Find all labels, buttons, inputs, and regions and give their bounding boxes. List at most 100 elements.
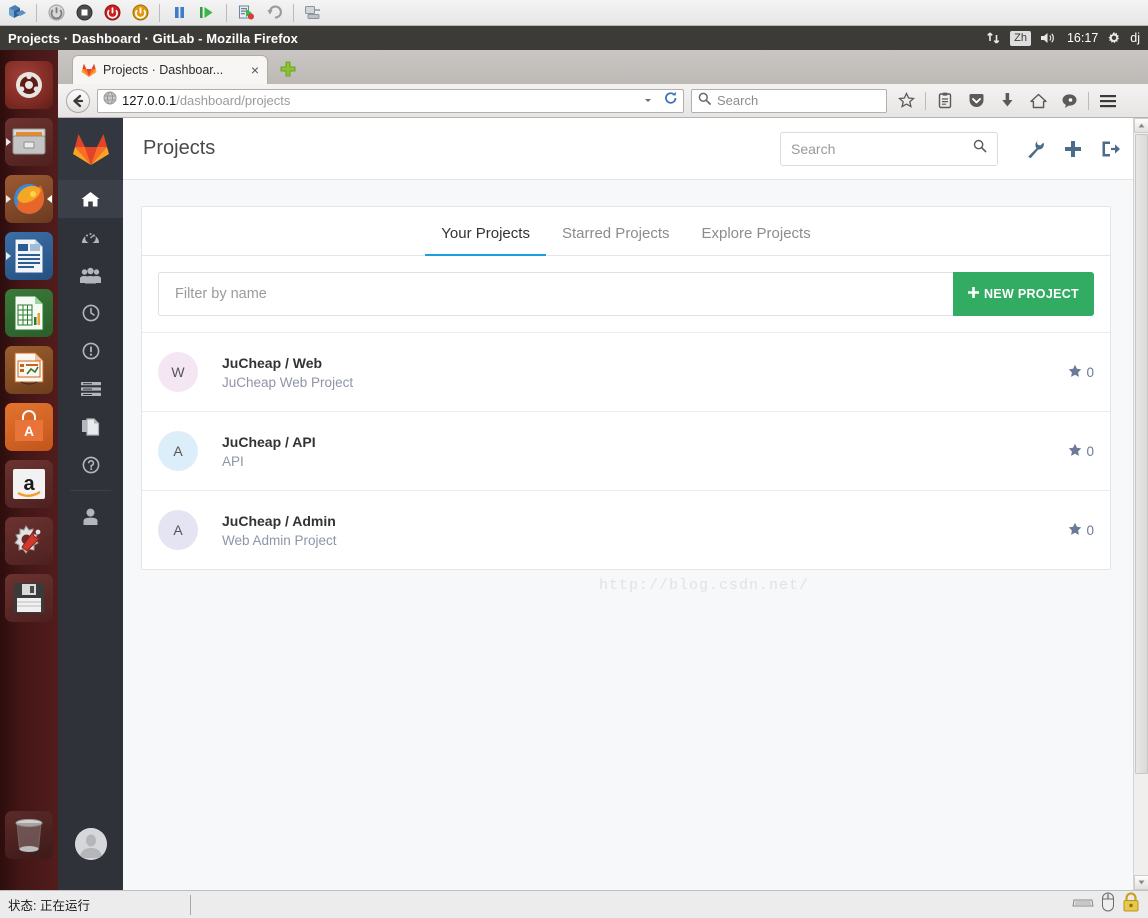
reset-icon[interactable] (99, 2, 125, 24)
browser-search-placeholder: Search (717, 93, 759, 108)
run-icon[interactable] (194, 2, 220, 24)
url-host: 127.0.0.1 (122, 93, 177, 108)
new-project-button[interactable]: NEW PROJECT (953, 272, 1094, 316)
reload-icon[interactable] (664, 91, 678, 110)
content-area: Your Projects Starred Projects Explore P… (123, 180, 1148, 570)
bookmark-star-icon[interactable] (894, 89, 918, 113)
project-row[interactable]: W JuCheap / Web JuCheap Web Project 0 (142, 332, 1110, 411)
network-indicator-icon[interactable] (986, 31, 1001, 45)
star-count-value: 0 (1086, 443, 1094, 459)
trash-icon[interactable] (5, 811, 53, 859)
url-bar[interactable]: 127.0.0.1/dashboard/projects (97, 88, 684, 113)
reading-list-icon[interactable] (933, 89, 957, 113)
close-icon[interactable]: × (251, 63, 259, 77)
keyboard-icon[interactable] (1072, 895, 1094, 914)
project-star-count[interactable]: 0 (1068, 522, 1094, 539)
sidebar-item-groups[interactable] (58, 256, 123, 294)
back-button[interactable] (66, 88, 90, 113)
projects-tabs: Your Projects Starred Projects Explore P… (142, 207, 1110, 256)
watermark-text: http://blog.csdn.net/ (599, 577, 810, 594)
ubuntu-software-icon[interactable]: A (5, 403, 53, 451)
gitlab-sidebar (58, 118, 123, 890)
indicator-area: Zh 16:17 dj (986, 30, 1140, 46)
toolbar-separator (159, 3, 160, 22)
filter-by-name-input[interactable]: Filter by name (158, 272, 953, 316)
gitlab-search-input[interactable]: Search (780, 131, 998, 166)
ubuntu-dash-icon[interactable] (5, 61, 53, 109)
toolbar-separator (293, 3, 294, 22)
system-settings-icon[interactable] (5, 517, 53, 565)
project-name[interactable]: JuCheap / Web (222, 355, 1068, 371)
chevron-down-icon[interactable] (643, 92, 653, 110)
gitlab-main: Projects Search Your Projects Starred Pr… (123, 118, 1148, 890)
language-indicator[interactable]: Zh (1010, 30, 1031, 46)
power-on-icon[interactable] (127, 2, 153, 24)
home-icon[interactable] (1026, 89, 1050, 113)
sidebar-item-dashboard[interactable] (58, 180, 123, 218)
scrollbar-thumb[interactable] (1135, 134, 1148, 774)
admin-wrench-icon[interactable] (1016, 132, 1054, 166)
sidebar-item-help[interactable] (58, 446, 123, 484)
browser-tab[interactable]: Projects · Dashboar... × (72, 55, 268, 84)
project-name[interactable]: JuCheap / Admin (222, 513, 1068, 529)
sidebar-item-issues[interactable] (58, 332, 123, 370)
network-icon[interactable] (300, 2, 326, 24)
projects-list: W JuCheap / Web JuCheap Web Project 0 A … (142, 332, 1110, 569)
libreoffice-impress-icon[interactable] (5, 346, 53, 394)
stop-icon[interactable] (71, 2, 97, 24)
project-row[interactable]: A JuCheap / API API 0 (142, 411, 1110, 490)
project-star-count[interactable]: 0 (1068, 443, 1094, 460)
debug-icon[interactable] (233, 2, 259, 24)
scroll-up-arrow[interactable] (1134, 118, 1148, 133)
username-indicator[interactable]: dj (1130, 31, 1140, 45)
project-row[interactable]: A JuCheap / Admin Web Admin Project 0 (142, 490, 1110, 569)
project-name[interactable]: JuCheap / API (222, 434, 1068, 450)
volume-icon[interactable] (1040, 31, 1058, 45)
disk-usage-icon[interactable] (5, 574, 53, 622)
sign-out-icon[interactable] (1092, 132, 1130, 166)
tab-your-projects[interactable]: Your Projects (425, 225, 546, 256)
sidebar-item-merge-requests[interactable] (58, 370, 123, 408)
files-icon[interactable] (5, 118, 53, 166)
page-scrollbar[interactable] (1133, 118, 1148, 890)
new-plus-icon[interactable] (1054, 132, 1092, 166)
projects-card: Your Projects Starred Projects Explore P… (141, 206, 1111, 570)
sidebar-item-profile[interactable] (58, 497, 123, 535)
project-star-count[interactable]: 0 (1068, 364, 1094, 381)
tab-explore-projects[interactable]: Explore Projects (686, 225, 827, 256)
url-text: 127.0.0.1/dashboard/projects (122, 93, 638, 108)
amazon-icon[interactable]: a (5, 460, 53, 508)
browser-tabbar: Projects · Dashboar... × (58, 50, 1148, 84)
browser-search-bar[interactable]: Search (691, 88, 887, 113)
sidebar-item-milestones[interactable] (58, 294, 123, 332)
hamburger-menu-icon[interactable] (1096, 89, 1120, 113)
gitlab-logo-icon[interactable] (58, 118, 123, 180)
project-description: JuCheap Web Project (222, 374, 354, 390)
clock-indicator[interactable]: 16:17 (1067, 31, 1098, 45)
pause-icon[interactable] (166, 2, 192, 24)
gear-icon[interactable] (1107, 31, 1121, 45)
power-off-icon[interactable] (43, 2, 69, 24)
mouse-icon[interactable] (1100, 892, 1116, 917)
tab-starred-projects[interactable]: Starred Projects (546, 225, 686, 256)
status-separator (189, 894, 191, 915)
libreoffice-calc-icon[interactable] (5, 289, 53, 337)
sidebar-item-activity[interactable] (58, 218, 123, 256)
scroll-down-arrow[interactable] (1134, 875, 1148, 890)
navbar-separator (1088, 91, 1089, 110)
lock-icon[interactable] (1122, 892, 1140, 917)
vm-toolbar (0, 0, 1148, 26)
question-circle-icon (82, 456, 100, 474)
downloads-icon[interactable] (995, 89, 1019, 113)
navbar-separator (925, 91, 926, 110)
sidebar-item-snippets[interactable] (58, 408, 123, 446)
sync-chat-icon[interactable] (1057, 89, 1081, 113)
revert-icon[interactable] (261, 2, 287, 24)
page-title: Projects (143, 137, 216, 159)
firefox-icon[interactable] (5, 175, 53, 223)
running-pip (6, 138, 11, 146)
user-avatar[interactable] (75, 828, 107, 860)
libreoffice-writer-icon[interactable] (5, 232, 53, 280)
pocket-icon[interactable] (964, 89, 988, 113)
new-tab-button[interactable] (276, 56, 300, 82)
